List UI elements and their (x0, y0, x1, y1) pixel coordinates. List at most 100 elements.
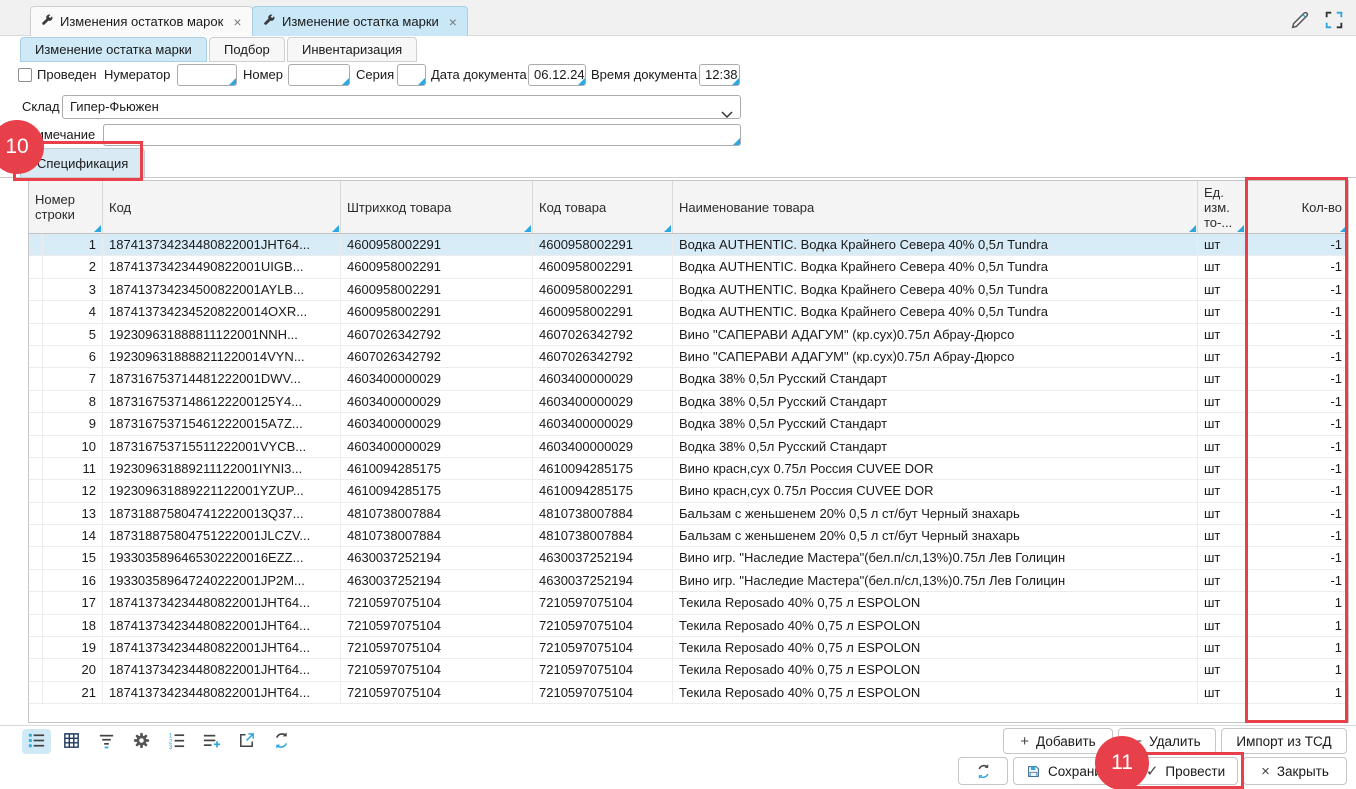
delete-button[interactable]: −Удалить (1118, 728, 1216, 754)
cell-barcode: 4600958002291 (341, 256, 533, 278)
close-icon[interactable]: × (233, 14, 241, 30)
row-selector[interactable] (29, 413, 43, 435)
row-selector[interactable] (29, 346, 43, 368)
row-selector[interactable] (29, 659, 43, 681)
cell-quantity: -1 (1246, 234, 1348, 256)
row-selector[interactable] (29, 592, 43, 614)
table-row[interactable]: 61923096318888211220014VYN...46070263427… (29, 346, 1348, 368)
table-row[interactable]: 7187316753714481222001DWV...460340000002… (29, 368, 1348, 390)
divider (0, 725, 1356, 726)
table-row[interactable]: 3187413734234500822001AYLB...46009580022… (29, 279, 1348, 301)
add-button[interactable]: +Добавить (1003, 728, 1113, 754)
row-selector[interactable] (29, 525, 43, 547)
edit-pencil-icon[interactable] (1288, 8, 1312, 32)
table-row[interactable]: 41874137342345208220014OXR...46009580022… (29, 301, 1348, 323)
window-tab-izmeneniya-ostatkov[interactable]: Изменения остатков марок × (30, 6, 253, 36)
tab-izmenenie-ostatka-marki[interactable]: Изменение остатка марки (20, 37, 207, 62)
tool-grid-button[interactable] (57, 729, 86, 754)
table-row[interactable]: 1187413734234480822001JHT64...4600958002… (29, 234, 1348, 256)
row-selector[interactable] (29, 458, 43, 480)
table-row[interactable]: 2187413734234490822001UIGB...46009580022… (29, 256, 1348, 278)
table-row[interactable]: 11192309631889211122001IYNI3...461009428… (29, 458, 1348, 480)
row-selector[interactable] (29, 570, 43, 592)
row-selector[interactable] (29, 301, 43, 323)
table-row[interactable]: 151933035896465302220016EZZ...4630037252… (29, 547, 1348, 569)
table-row[interactable]: 21187413734234480822001JHT64...721059707… (29, 682, 1348, 704)
tool-export-button[interactable] (232, 729, 261, 754)
col-header-quantity[interactable]: Кол-во (1246, 181, 1348, 233)
table-row[interactable]: 19187413734234480822001JHT64...721059707… (29, 637, 1348, 659)
numerator-input[interactable] (177, 64, 237, 86)
row-selector[interactable] (29, 436, 43, 458)
row-selector[interactable] (29, 637, 43, 659)
tool-add-rows-button[interactable] (197, 729, 226, 754)
row-selector[interactable] (29, 368, 43, 390)
cell-product-name: Водка AUTHENTIC. Водка Крайнего Севера 4… (673, 279, 1198, 301)
row-selector[interactable] (29, 234, 43, 256)
table-row[interactable]: 10187316753715511222001VYCB...4603400000… (29, 436, 1348, 458)
window-tab-izmenenie-ostatka[interactable]: Изменение остатка марки × (252, 6, 468, 36)
table-row[interactable]: 20187413734234480822001JHT64...721059707… (29, 659, 1348, 681)
table-row[interactable]: 12192309631889221122001YZUP...4610094285… (29, 480, 1348, 502)
warehouse-select[interactable]: Гипер-Фьюжен (62, 95, 741, 119)
import-tsd-button[interactable]: Импорт из ТСД (1221, 728, 1347, 754)
post-button[interactable]: ✓Провести (1133, 757, 1238, 785)
time-input[interactable]: 12:38 (699, 64, 740, 86)
col-header-line-number[interactable]: Номер строки (29, 181, 103, 233)
wrench-icon (263, 14, 276, 30)
table-row[interactable]: 14187318875804751222001JLCZV...481073800… (29, 525, 1348, 547)
tab-podbor[interactable]: Подбор (209, 37, 285, 62)
tool-list-view-button[interactable] (22, 729, 51, 754)
col-header-unit[interactable]: Ед. изм. то-... (1198, 181, 1246, 233)
row-selector[interactable] (29, 256, 43, 278)
close-button[interactable]: ×Закрыть (1243, 757, 1347, 785)
button-label: Провести (1165, 764, 1225, 779)
sklad-label: Склад (22, 96, 60, 118)
tab-specifikaciya[interactable]: Спецификация (20, 148, 145, 178)
note-input[interactable] (103, 124, 741, 146)
cell-quantity: -1 (1246, 458, 1348, 480)
tool-reload-button[interactable] (267, 729, 296, 754)
date-input[interactable]: 06.12.24 (528, 64, 586, 86)
row-selector[interactable] (29, 615, 43, 637)
row-selector[interactable] (29, 480, 43, 502)
save-button[interactable]: Сохранить (1013, 757, 1128, 785)
row-selector[interactable] (29, 503, 43, 525)
table-row[interactable]: 91873167537154612220015A7Z...46034000000… (29, 413, 1348, 435)
row-selector[interactable] (29, 547, 43, 569)
col-header-barcode[interactable]: Штрихкод товара (341, 181, 533, 233)
tool-filter-button[interactable] (92, 729, 121, 754)
row-selector[interactable] (29, 279, 43, 301)
cell-quantity: -1 (1246, 436, 1348, 458)
tool-numbered-list-button[interactable]: 123 (162, 729, 191, 754)
fullscreen-icon[interactable] (1322, 8, 1346, 32)
col-header-code[interactable]: Код (103, 181, 341, 233)
table-row[interactable]: 18187413734234480822001JHT64...721059707… (29, 615, 1348, 637)
cell-barcode: 4600958002291 (341, 301, 533, 323)
col-header-product-code[interactable]: Код товара (533, 181, 673, 233)
row-selector[interactable] (29, 324, 43, 346)
cell-product-name: Вино игр. "Наследие Мастера"(бел.п/сл,13… (673, 547, 1198, 569)
proveden-label: Проведен (37, 64, 97, 86)
cell-unit: шт (1198, 480, 1246, 502)
tool-settings-button[interactable] (127, 729, 156, 754)
table-row[interactable]: 16193303589647240222001JP2M...4630037252… (29, 570, 1348, 592)
cell-product-name: Вино "САПЕРАВИ АДАГУМ" (кр.сух)0.75л Абр… (673, 324, 1198, 346)
table-row[interactable]: 818731675371486122200125Y4...46034000000… (29, 391, 1348, 413)
proveden-checkbox[interactable] (18, 68, 32, 82)
nomer-input[interactable] (288, 64, 350, 86)
table-row[interactable]: 17187413734234480822001JHT64...721059707… (29, 592, 1348, 614)
numerator-label: Нумератор (104, 64, 170, 86)
row-selector[interactable] (29, 682, 43, 704)
seriya-input[interactable] (397, 64, 426, 86)
tab-inventarizaciya[interactable]: Инвентаризация (287, 37, 417, 62)
close-icon[interactable]: × (449, 14, 457, 30)
refresh-button[interactable] (958, 757, 1008, 785)
cell-quantity: -1 (1246, 279, 1348, 301)
row-selector[interactable] (29, 391, 43, 413)
cell-code: 187318875804751222001JLCZV... (103, 525, 341, 547)
cell-code: 187413734234480822001JHT64... (103, 592, 341, 614)
table-row[interactable]: 5192309631888811122001NNH...460702634279… (29, 324, 1348, 346)
col-header-product-name[interactable]: Наименование товара (673, 181, 1198, 233)
table-row[interactable]: 131873188758047412220013Q37...4810738007… (29, 503, 1348, 525)
